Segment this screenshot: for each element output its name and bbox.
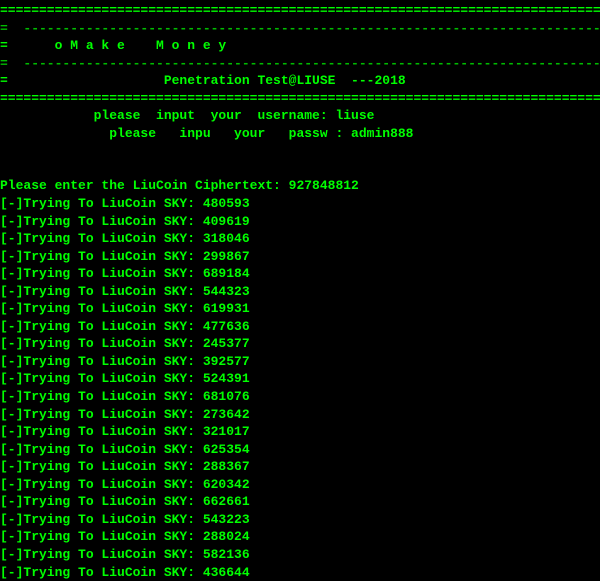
log-line: [-]Trying To LiuCoin SKY: 477636 — [0, 318, 600, 336]
log-line: [-]Trying To LiuCoin SKY: 299867 — [0, 248, 600, 266]
banner-border-top: ========================================… — [0, 2, 600, 20]
log-line: [-]Trying To LiuCoin SKY: 544323 — [0, 283, 600, 301]
log-line: [-]Trying To LiuCoin SKY: 318046 — [0, 230, 600, 248]
log-line: [-]Trying To LiuCoin SKY: 273642 — [0, 406, 600, 424]
log-line: [-]Trying To LiuCoin SKY: 582136 — [0, 546, 600, 564]
log-line: [-]Trying To LiuCoin SKY: 662661 — [0, 493, 600, 511]
log-line: [-]Trying To LiuCoin SKY: 288024 — [0, 528, 600, 546]
log-line: [-]Trying To LiuCoin SKY: 543223 — [0, 511, 600, 529]
log-line: [-]Trying To LiuCoin SKY: 689184 — [0, 265, 600, 283]
blank-line — [0, 142, 600, 160]
log-line: [-]Trying To LiuCoin SKY: 625354 — [0, 441, 600, 459]
banner-dash-top: = --------------------------------------… — [0, 20, 600, 38]
log-line: [-]Trying To LiuCoin SKY: 392577 — [0, 353, 600, 371]
banner-border-bottom: ========================================… — [0, 90, 600, 108]
log-output: [-]Trying To LiuCoin SKY: 480593[-]Tryin… — [0, 195, 600, 581]
password-prompt: please inpu your passw : admin888 — [0, 125, 600, 143]
log-line: [-]Trying To LiuCoin SKY: 409619 — [0, 213, 600, 231]
username-prompt: please input your username: liuse — [0, 107, 600, 125]
ciphertext-prompt: Please enter the LiuCoin Ciphertext: 927… — [0, 177, 600, 195]
banner-subtitle: = Penetration Test@LIUSE ---2018 = — [0, 72, 600, 90]
log-line: [-]Trying To LiuCoin SKY: 524391 — [0, 370, 600, 388]
log-line: [-]Trying To LiuCoin SKY: 288367 — [0, 458, 600, 476]
log-line: [-]Trying To LiuCoin SKY: 321017 — [0, 423, 600, 441]
log-line: [-]Trying To LiuCoin SKY: 436644 — [0, 564, 600, 581]
log-line: [-]Trying To LiuCoin SKY: 245377 — [0, 335, 600, 353]
banner-dash-mid: = --------------------------------------… — [0, 55, 600, 73]
blank-line — [0, 160, 600, 178]
log-line: [-]Trying To LiuCoin SKY: 619931 — [0, 300, 600, 318]
log-line: [-]Trying To LiuCoin SKY: 620342 — [0, 476, 600, 494]
banner-title: = o M a k e M o n e y = — [0, 37, 600, 55]
log-line: [-]Trying To LiuCoin SKY: 681076 — [0, 388, 600, 406]
log-line: [-]Trying To LiuCoin SKY: 480593 — [0, 195, 600, 213]
